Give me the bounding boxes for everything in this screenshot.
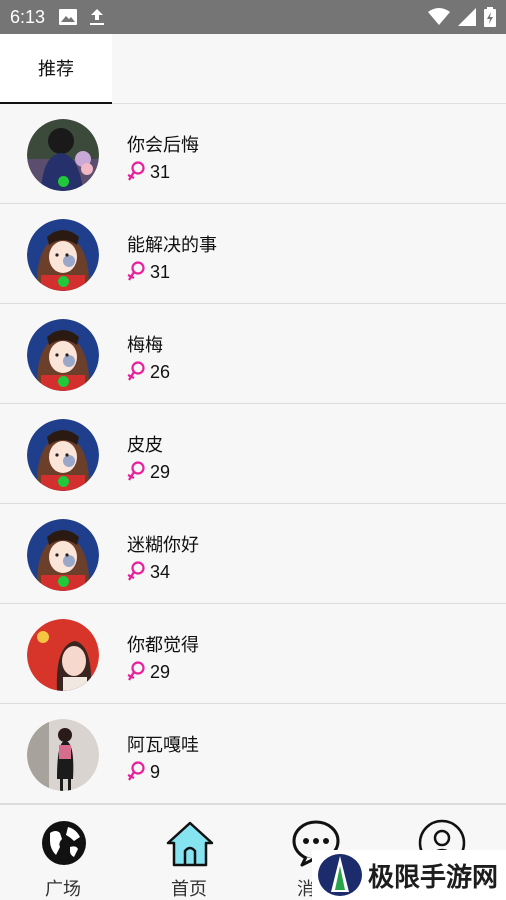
user-name: 皮皮 [127, 435, 163, 456]
online-indicator [58, 576, 69, 587]
tab-bar: 推荐 [0, 34, 506, 104]
avatar[interactable] [27, 719, 99, 791]
user-meta: 26 [127, 361, 170, 383]
user-name: 你会后悔 [127, 135, 199, 156]
user-name: 迷糊你好 [127, 535, 199, 556]
user-meta: 31 [127, 261, 170, 283]
upload-icon [90, 9, 105, 25]
user-age: 9 [150, 761, 161, 782]
female-icon [127, 361, 145, 381]
wifi-icon [428, 8, 450, 25]
female-icon [127, 561, 145, 581]
user-list: 你会后悔 31 能解决的事 31 梅梅 26 皮皮 29 迷糊你好 34 你都觉… [0, 104, 506, 804]
list-item[interactable]: 阿瓦嘎哇 9 [0, 704, 506, 804]
user-meta: 29 [127, 461, 170, 483]
user-name: 梅梅 [127, 335, 163, 356]
watermark-logo-icon [318, 854, 362, 896]
list-item[interactable]: 迷糊你好 34 [0, 504, 506, 604]
nav-label: 广场 [45, 879, 81, 900]
avatar[interactable] [27, 319, 99, 391]
avatar[interactable] [27, 619, 99, 691]
online-indicator [58, 376, 69, 387]
female-icon [127, 661, 145, 681]
battery-icon [484, 7, 496, 27]
nav-item-home[interactable]: 首页 [126, 805, 252, 900]
tab-recommend[interactable]: 推荐 [0, 34, 112, 104]
online-indicator [58, 176, 69, 187]
watermark-text: 极限手游网 [368, 862, 499, 893]
online-indicator [58, 276, 69, 287]
user-meta: 29 [127, 661, 170, 683]
list-item[interactable]: 皮皮 29 [0, 404, 506, 504]
user-age: 31 [150, 161, 171, 182]
female-icon [127, 461, 145, 481]
user-meta: 9 [127, 761, 160, 783]
user-age: 31 [150, 261, 171, 282]
watermark: 极限手游网 [312, 850, 506, 900]
nav-label: 首页 [171, 879, 207, 900]
user-name: 你都觉得 [127, 635, 199, 656]
user-age: 29 [150, 661, 171, 682]
female-icon [127, 761, 145, 781]
nav-item-square[interactable]: 广场 [0, 805, 126, 900]
user-meta: 31 [127, 161, 170, 183]
status-time: 6:13 [10, 6, 46, 27]
signal-icon [458, 8, 476, 26]
female-icon [127, 161, 145, 181]
globe-icon [42, 821, 86, 865]
list-item[interactable]: 你会后悔 31 [0, 104, 506, 204]
list-item[interactable]: 能解决的事 31 [0, 204, 506, 304]
status-bar: 6:13 [0, 0, 506, 34]
avatar[interactable] [27, 419, 99, 491]
avatar[interactable] [27, 119, 99, 191]
online-indicator [58, 476, 69, 487]
list-item[interactable]: 梅梅 26 [0, 304, 506, 404]
home-icon [166, 821, 214, 867]
image-icon [59, 9, 78, 25]
user-name: 能解决的事 [127, 235, 217, 256]
user-age: 26 [150, 361, 171, 382]
user-age: 34 [150, 561, 171, 582]
female-icon [127, 261, 145, 281]
user-meta: 34 [127, 561, 170, 583]
avatar[interactable] [27, 519, 99, 591]
user-name: 阿瓦嘎哇 [127, 735, 199, 756]
avatar[interactable] [27, 219, 99, 291]
user-age: 29 [150, 461, 171, 482]
list-item[interactable]: 你都觉得 29 [0, 604, 506, 704]
